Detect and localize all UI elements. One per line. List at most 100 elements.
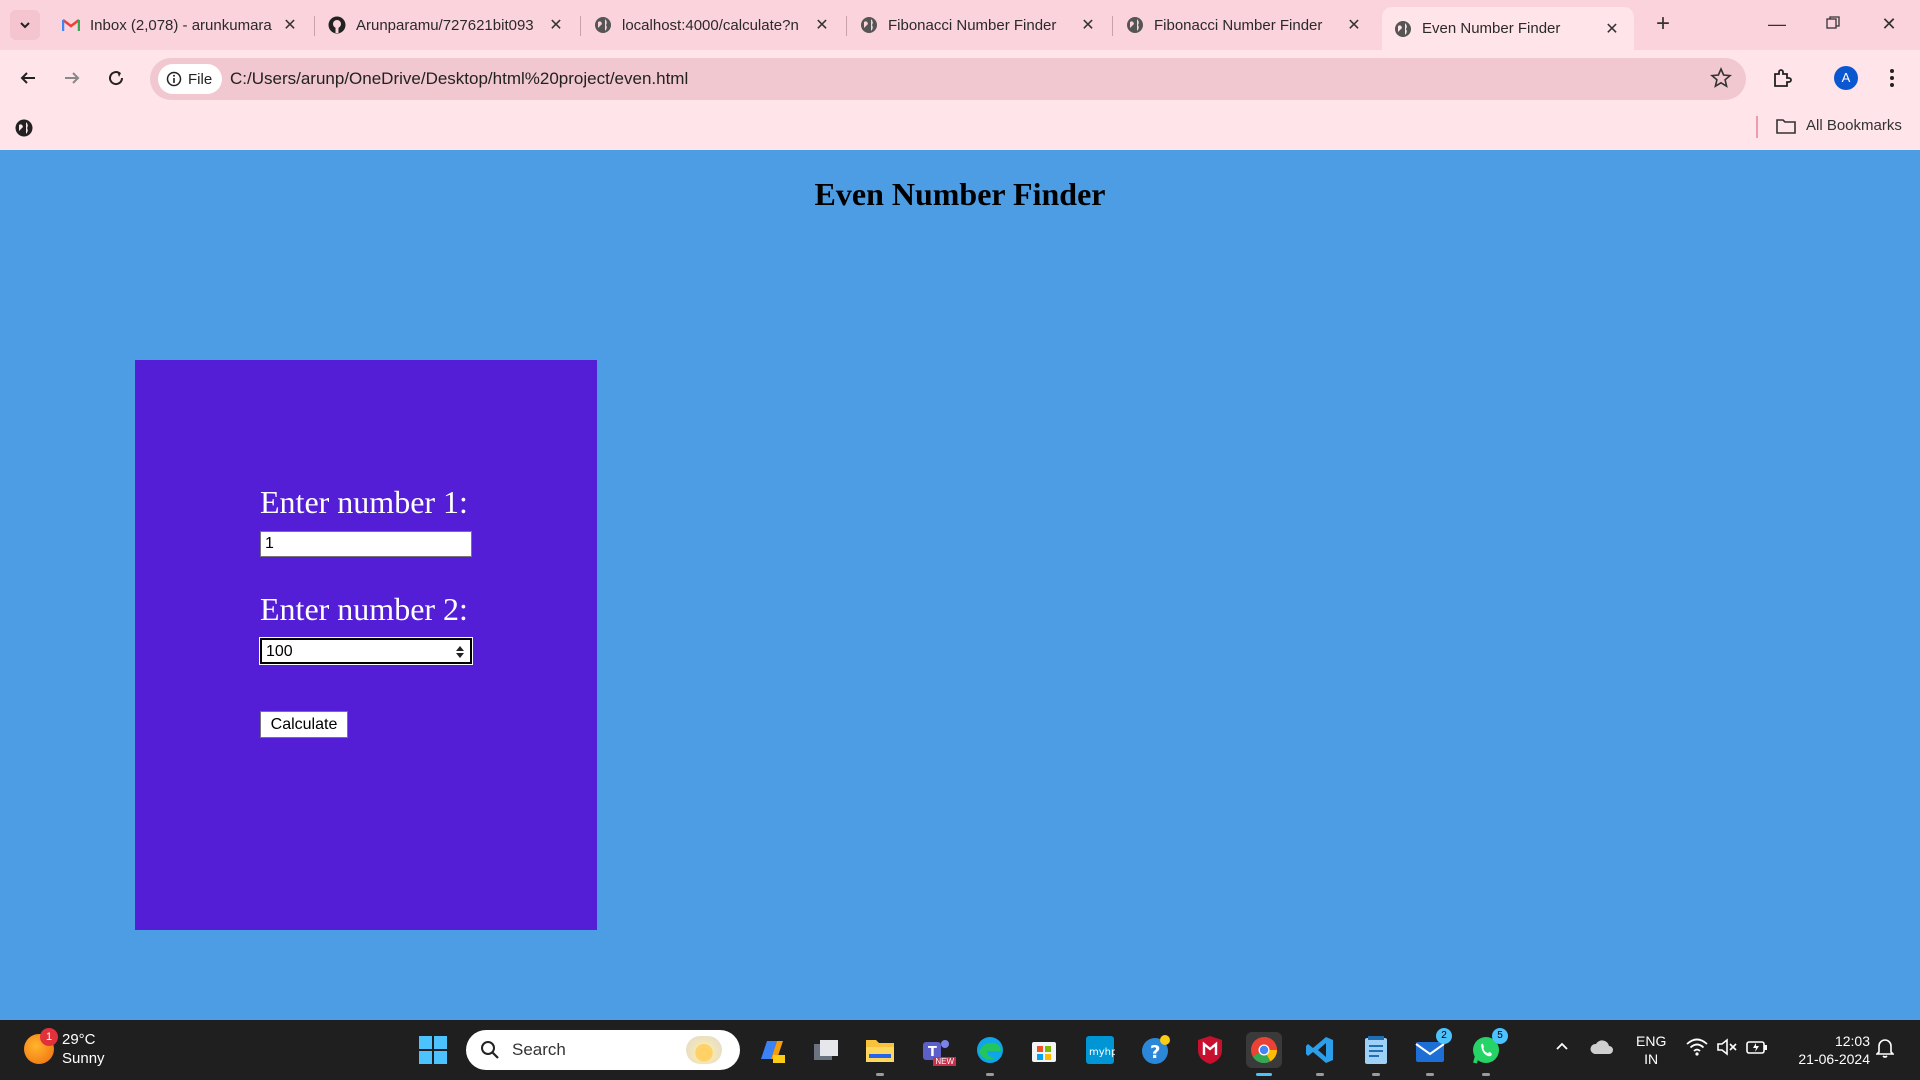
url-text[interactable]: C:/Users/arunp/OneDrive/Desktop/html%20p… [230, 69, 688, 89]
restore-icon [1826, 16, 1840, 29]
sun-icon: 1 [24, 1028, 58, 1064]
whatsapp-app[interactable]: 5 [1468, 1028, 1508, 1076]
running-indicator [1316, 1073, 1324, 1076]
vscode-app[interactable] [1302, 1032, 1338, 1076]
running-indicator [1372, 1073, 1380, 1076]
start-button[interactable] [418, 1035, 448, 1065]
myhp-icon: myhp [1086, 1036, 1115, 1064]
battery-charging-icon [1746, 1041, 1767, 1054]
store-icon [1032, 1042, 1056, 1062]
help-icon: ? [1142, 1035, 1170, 1064]
profile-button[interactable]: A [1830, 62, 1862, 94]
store-app[interactable] [1026, 1032, 1062, 1068]
show-hidden-icons-button[interactable] [1554, 1038, 1570, 1057]
edge-icon [977, 1037, 1003, 1063]
close-icon[interactable]: ✕ [546, 15, 566, 35]
clock[interactable]: 12:03 21-06-2024 [1786, 1032, 1870, 1068]
forward-button[interactable] [56, 62, 88, 94]
globe-icon [594, 16, 612, 34]
search-label: Search [512, 1040, 566, 1059]
all-bookmarks-button[interactable]: All Bookmarks [1776, 117, 1902, 134]
plus-icon: + [1655, 10, 1670, 37]
tab-localhost[interactable]: localhost:4000/calculate?n ✕ [582, 7, 844, 43]
vscode-icon [1306, 1037, 1333, 1063]
spinner-arrows-icon[interactable] [454, 644, 466, 660]
get-help-app[interactable]: ? [1138, 1032, 1174, 1068]
number2-input[interactable]: 100 [259, 637, 473, 665]
input-language[interactable]: ENG IN [1636, 1032, 1666, 1068]
mail-badge: 2 [1436, 1028, 1452, 1044]
chrome-app[interactable] [1246, 1032, 1282, 1076]
github-icon [328, 16, 346, 34]
taskbar: 1 29°C Sunny Search T NEW myhp ? 2 5 ENG… [0, 1020, 1920, 1080]
task-view-icon [814, 1040, 838, 1060]
chevron-down-icon [20, 22, 30, 29]
volume-tray[interactable] [1716, 1038, 1738, 1059]
menu-button[interactable] [1876, 62, 1908, 94]
onedrive-tray[interactable] [1590, 1038, 1614, 1059]
bookmark-star-button[interactable] [1710, 66, 1732, 94]
more-vert-icon [1890, 69, 1894, 87]
file-explorer-app[interactable] [862, 1032, 898, 1076]
new-tab-button[interactable]: + [1648, 10, 1678, 40]
all-bookmarks-label: All Bookmarks [1806, 117, 1902, 134]
mail-app[interactable]: 2 [1412, 1028, 1452, 1076]
weather-widget[interactable]: 1 29°C Sunny [24, 1028, 105, 1068]
globe-icon [1394, 20, 1412, 38]
close-window-button[interactable]: ✕ [1866, 8, 1912, 40]
close-icon[interactable]: ✕ [1602, 19, 1622, 39]
restore-button[interactable] [1810, 8, 1856, 40]
calculate-button[interactable]: Calculate [260, 711, 348, 738]
copilot-icon [761, 1041, 785, 1063]
close-icon[interactable]: ✕ [1078, 15, 1098, 35]
network-tray[interactable] [1686, 1038, 1708, 1059]
minimize-icon: — [1768, 14, 1786, 34]
form-panel: Enter number 1: 1 Enter number 2: 100 Ca… [135, 360, 597, 930]
weather-temp: 29°C [62, 1031, 96, 1048]
number1-input[interactable]: 1 [260, 531, 472, 557]
close-icon[interactable]: ✕ [280, 15, 300, 35]
close-icon[interactable]: ✕ [1344, 15, 1364, 35]
edge-app[interactable] [972, 1032, 1008, 1076]
taskbar-search[interactable]: Search [466, 1030, 740, 1070]
svg-text:myhp: myhp [1089, 1047, 1115, 1058]
tab-github[interactable]: Arunparamu/727621bit093 ✕ [316, 7, 578, 43]
extensions-button[interactable] [1766, 62, 1798, 94]
globe-icon [860, 16, 878, 34]
number1-label: Enter number 1: [260, 484, 468, 520]
weather-desc: Sunny [62, 1050, 105, 1067]
notepad-app[interactable] [1358, 1032, 1394, 1076]
address-bar[interactable]: File C:/Users/arunp/OneDrive/Desktop/htm… [150, 58, 1746, 100]
mcafee-app[interactable] [1192, 1032, 1228, 1068]
minimize-button[interactable]: — [1754, 8, 1800, 40]
gmail-icon [62, 16, 80, 34]
tab-title: Even Number Finder [1422, 20, 1561, 37]
tab-title: localhost:4000/calculate?n [622, 16, 799, 34]
tab-even-number-finder[interactable]: Even Number Finder ✕ [1382, 7, 1634, 50]
myhp-app[interactable]: myhp [1082, 1032, 1118, 1068]
notifications-button[interactable] [1875, 1038, 1895, 1061]
tab-fibonacci-2[interactable]: Fibonacci Number Finder ✕ [1114, 7, 1376, 43]
tab-search-button[interactable] [10, 10, 40, 40]
close-icon[interactable]: ✕ [812, 15, 832, 35]
clock-date: 21-06-2024 [1798, 1051, 1870, 1067]
reload-button[interactable] [100, 62, 132, 94]
reload-icon [109, 71, 124, 86]
apps-globe-icon[interactable] [14, 118, 34, 143]
bookmarks-divider [1756, 116, 1758, 138]
bookmarks-bar: All Bookmarks [0, 106, 1920, 150]
site-info-chip[interactable]: File [158, 64, 223, 94]
tab-fibonacci-1[interactable]: Fibonacci Number Finder ✕ [848, 7, 1110, 43]
battery-tray[interactable] [1746, 1038, 1768, 1059]
tab-divider [846, 16, 847, 36]
task-view-app[interactable] [808, 1032, 844, 1068]
search-icon [481, 1041, 499, 1059]
copilot-app[interactable] [754, 1032, 790, 1068]
tab-divider [580, 16, 581, 36]
tab-title: Fibonacci Number Finder [888, 16, 1057, 34]
teams-app[interactable]: T NEW [918, 1032, 956, 1068]
back-button[interactable] [12, 62, 44, 94]
tab-gmail[interactable]: Inbox (2,078) - arunkumara ✕ [50, 7, 312, 43]
svg-text:?: ? [1150, 1042, 1160, 1063]
globe-icon [1126, 16, 1144, 34]
